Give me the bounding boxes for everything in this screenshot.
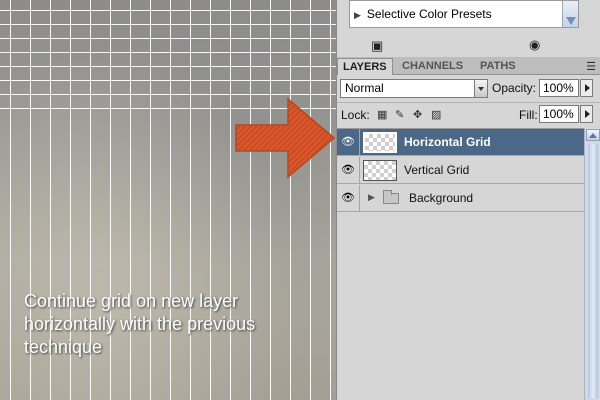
opacity-label: Opacity: xyxy=(492,81,537,95)
layer-thumbnail[interactable] xyxy=(363,160,397,181)
lock-all-icon[interactable]: ▨ xyxy=(431,108,441,121)
lock-row: Lock: ▦ ✎ ✥ ▨ Fill: 100% xyxy=(337,102,600,126)
blend-mode-select[interactable]: Normal xyxy=(340,79,488,98)
blend-mode-value: Normal xyxy=(345,81,384,95)
new-set-icon[interactable]: ▣ xyxy=(371,38,383,54)
pointer-arrow-icon xyxy=(235,97,336,179)
record-icon[interactable]: ◉ xyxy=(529,37,540,53)
layers-list: 👁 Horizontal Grid 👁 Vertical Grid 👁 ▶ Ba… xyxy=(337,128,584,400)
fill-slider-button[interactable] xyxy=(580,105,593,123)
layer-row-vertical-grid[interactable]: 👁 Vertical Grid xyxy=(337,157,584,184)
scroll-track[interactable] xyxy=(588,144,598,398)
scroll-down-icon[interactable] xyxy=(566,17,576,25)
lock-brush-icon[interactable]: ✎ xyxy=(395,108,404,121)
scroll-up-icon[interactable] xyxy=(586,129,600,141)
fill-field[interactable]: 100% xyxy=(539,105,579,123)
layer-row-background[interactable]: 👁 ▶ Background xyxy=(337,185,584,212)
tutorial-caption: Continue grid on new layer horizontally … xyxy=(24,291,256,357)
panels-dock: ▶ Selective Color Presets ▣ ◉ LAYERS CHAN… xyxy=(336,0,600,400)
layer-name[interactable]: Vertical Grid xyxy=(404,163,469,177)
document-canvas[interactable]: Continue grid on new layer horizontally … xyxy=(0,0,336,400)
eye-column-divider xyxy=(359,185,360,212)
folder-icon xyxy=(383,190,399,204)
actions-scrollbar[interactable] xyxy=(562,1,578,27)
eye-icon[interactable]: 👁 xyxy=(340,191,356,205)
layer-name[interactable]: Background xyxy=(409,191,473,205)
layers-panel-tabs: LAYERS CHANNELS PATHS xyxy=(337,57,600,75)
opacity-field[interactable]: 100% xyxy=(539,79,579,97)
tab-channels[interactable]: CHANNELS xyxy=(397,58,468,75)
chevron-down-icon[interactable] xyxy=(474,80,487,97)
eye-icon[interactable]: 👁 xyxy=(340,135,356,149)
fill-label: Fill: xyxy=(519,108,538,122)
eye-column-divider xyxy=(359,129,360,156)
lock-move-icon[interactable]: ✥ xyxy=(413,108,422,121)
layer-row-horizontal-grid[interactable]: 👁 Horizontal Grid xyxy=(337,129,584,156)
lock-label: Lock: xyxy=(341,108,370,122)
panel-menu-icon[interactable]: ☰ xyxy=(586,60,596,73)
expand-triangle-icon[interactable]: ▶ xyxy=(354,10,361,20)
lock-transparency-icon[interactable]: ▦ xyxy=(377,108,387,121)
tab-layers[interactable]: LAYERS xyxy=(337,58,393,75)
layer-name[interactable]: Horizontal Grid xyxy=(404,135,491,149)
actions-item[interactable]: ▶ Selective Color Presets xyxy=(354,7,492,21)
expand-triangle-icon[interactable]: ▶ xyxy=(368,192,375,203)
tab-paths[interactable]: PATHS xyxy=(475,58,521,75)
actions-item-label: Selective Color Presets xyxy=(366,7,492,21)
opacity-slider-button[interactable] xyxy=(580,79,593,97)
actions-list[interactable]: ▶ Selective Color Presets xyxy=(349,0,579,28)
layer-thumbnail[interactable] xyxy=(363,132,397,153)
eye-icon[interactable]: 👁 xyxy=(340,163,356,177)
eye-column-divider xyxy=(359,157,360,184)
layers-scrollbar[interactable] xyxy=(584,128,600,400)
